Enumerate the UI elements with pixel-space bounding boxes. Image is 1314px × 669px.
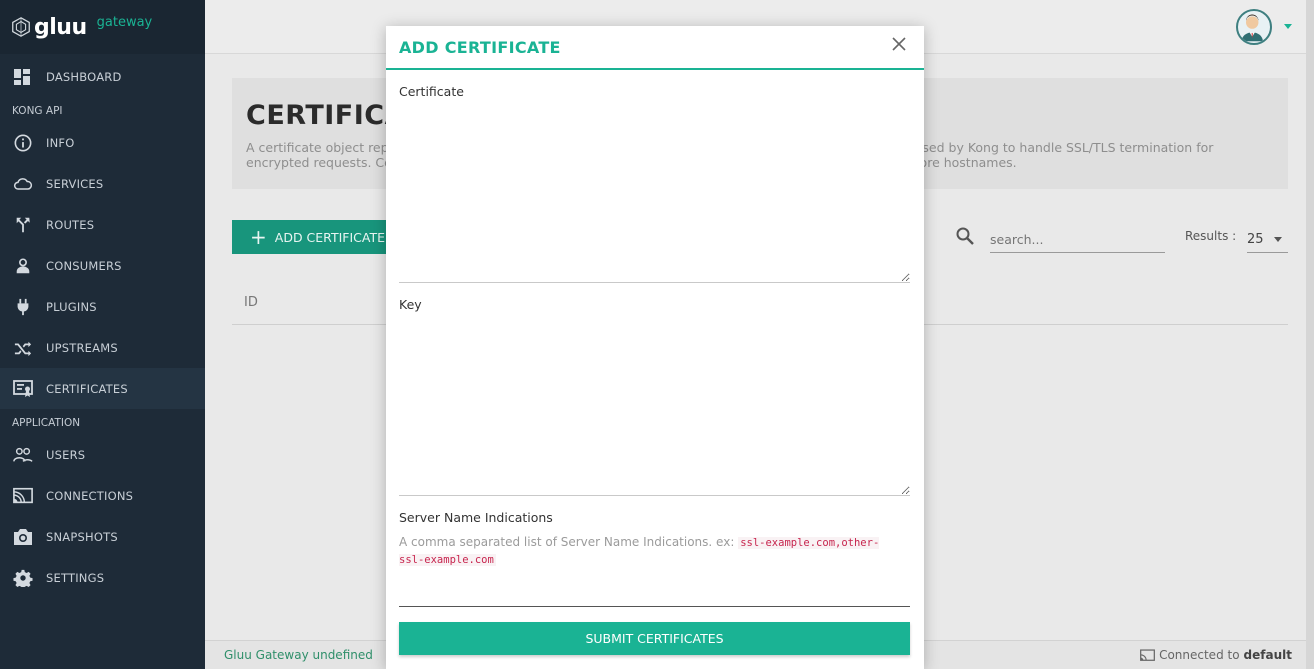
gluu-logo: gluu — [10, 15, 87, 40]
info-icon — [12, 134, 34, 152]
sni-help-text: A comma separated list of Server Name In… — [399, 534, 904, 568]
plug-icon — [12, 298, 34, 316]
sidebar-item-label: DASHBOARD — [46, 69, 122, 84]
section-application: APPLICATION — [12, 417, 81, 429]
results-label: Results : — [1185, 229, 1237, 243]
search-input[interactable] — [990, 226, 1165, 253]
sidebar-item-settings[interactable]: SETTINGS — [0, 557, 205, 598]
sidebar-item-plugins[interactable]: PLUGINS — [0, 286, 205, 327]
sidebar-item-label: CONNECTIONS — [46, 488, 134, 503]
key-textarea[interactable] — [399, 319, 910, 496]
results-per-page-select[interactable]: 25 — [1247, 226, 1288, 253]
brand[interactable]: gluu gateway — [0, 0, 205, 54]
sidebar-item-users[interactable]: USERS — [0, 434, 205, 475]
avatar-dropdown-icon[interactable] — [1284, 24, 1292, 29]
sidebar-item-label: SNAPSHOTS — [46, 529, 118, 544]
sidebar-item-info[interactable]: INFO — [0, 122, 205, 163]
camera-icon — [12, 528, 34, 546]
close-icon[interactable] — [891, 36, 907, 52]
user-icon — [12, 257, 34, 275]
avatar-image — [1241, 14, 1263, 42]
sidebar-item-label: ROUTES — [46, 217, 95, 232]
sidebar: gluu gateway DASHBOARD KONG API INFO SER… — [0, 0, 205, 669]
section-kong-api: KONG API — [12, 105, 63, 117]
cast-icon — [1140, 648, 1155, 661]
add-certificate-label: ADD CERTIFICATE — [274, 229, 385, 245]
search-icon[interactable] — [955, 226, 975, 246]
sidebar-item-label: CERTIFICATES — [46, 381, 128, 396]
certificate-textarea[interactable] — [399, 106, 910, 283]
add-certificate-modal: ADD CERTIFICATE Certificate Key Server N… — [386, 26, 924, 669]
sidebar-item-label: SERVICES — [46, 176, 104, 191]
scrollbar[interactable] — [1306, 0, 1314, 669]
avatar[interactable] — [1236, 9, 1272, 45]
sidebar-item-label: INFO — [46, 135, 75, 150]
sidebar-item-label: USERS — [46, 447, 86, 462]
modal-header: ADD CERTIFICATE — [386, 26, 924, 70]
brand-name: gluu — [34, 14, 87, 40]
footer-version: Gluu Gateway undefined — [224, 648, 373, 662]
sni-label: Server Name Indications — [399, 510, 553, 525]
modal-title: ADD CERTIFICATE — [399, 38, 561, 57]
sidebar-item-label: CONSUMERS — [46, 258, 122, 273]
certificate-icon — [12, 379, 34, 398]
sni-input[interactable] — [399, 574, 910, 607]
brand-subtitle: gateway — [96, 14, 153, 30]
sidebar-item-consumers[interactable]: CONSUMERS — [0, 245, 205, 286]
sidebar-item-label: UPSTREAMS — [46, 340, 118, 355]
column-header-id: ID — [244, 295, 258, 310]
users-icon — [12, 446, 34, 464]
cloud-icon — [12, 175, 34, 193]
gluu-logo-icon — [12, 17, 30, 37]
connected-prefix: Connected to — [1159, 648, 1240, 662]
key-label: Key — [399, 297, 422, 312]
results-value: 25 — [1247, 231, 1264, 247]
sidebar-item-routes[interactable]: ROUTES — [0, 204, 205, 245]
sni-help-description: A comma separated list of Server Name In… — [399, 535, 735, 549]
chevron-down-icon — [1274, 237, 1282, 242]
gear-icon — [12, 569, 34, 587]
sidebar-item-dashboard[interactable]: DASHBOARD — [0, 56, 205, 97]
add-certificate-button[interactable]: + ADD CERTIFICATE — [232, 220, 412, 254]
sidebar-item-connections[interactable]: CONNECTIONS — [0, 475, 205, 516]
shuffle-icon — [12, 339, 34, 357]
sidebar-item-snapshots[interactable]: SNAPSHOTS — [0, 516, 205, 557]
connection-status: Connected to default — [1140, 648, 1292, 662]
cast-icon — [12, 487, 34, 505]
sidebar-item-label: PLUGINS — [46, 299, 97, 314]
certificate-label: Certificate — [399, 84, 464, 99]
dashboard-icon — [12, 68, 34, 86]
plus-icon: + — [250, 225, 267, 249]
submit-certificates-button[interactable]: SUBMIT CERTIFICATES — [399, 622, 910, 655]
sidebar-item-label: SETTINGS — [46, 570, 105, 585]
sidebar-item-services[interactable]: SERVICES — [0, 163, 205, 204]
connected-target: default — [1243, 648, 1292, 662]
routes-icon — [12, 216, 34, 234]
sidebar-item-certificates[interactable]: CERTIFICATES — [0, 368, 205, 409]
sidebar-item-upstreams[interactable]: UPSTREAMS — [0, 327, 205, 368]
